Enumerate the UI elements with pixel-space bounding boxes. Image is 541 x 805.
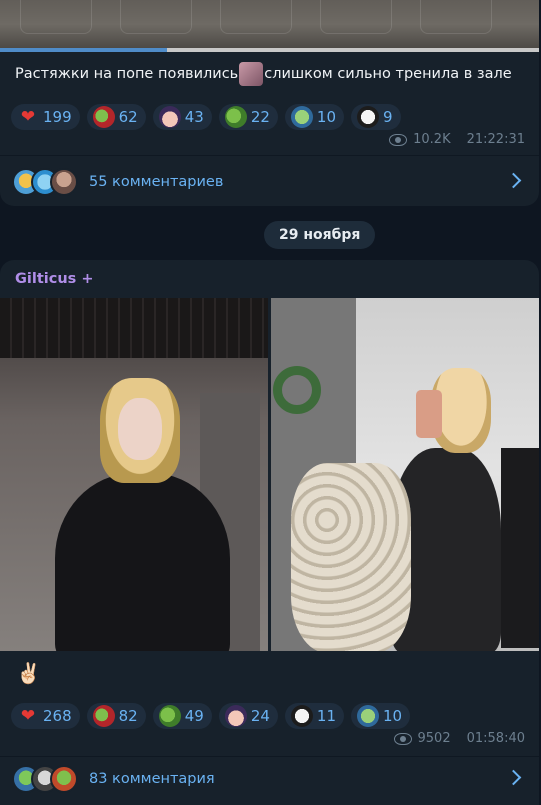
photo-detail xyxy=(291,463,411,651)
caption-text-end: слишком сильно тренила в зале xyxy=(264,66,512,82)
frog-red-icon xyxy=(92,705,115,727)
views-count: 9502 xyxy=(417,731,451,746)
reaction-heart[interactable]: ❤ 268 xyxy=(11,703,80,729)
comments-count-label: 83 комментария xyxy=(89,771,215,787)
anime-icon xyxy=(158,106,181,128)
post-author[interactable]: Gilticus + xyxy=(15,271,94,287)
post-meta: 10.2K 21:22:31 xyxy=(389,132,525,147)
post-caption: Растяжки на попе появились слишком сильн… xyxy=(15,62,512,86)
chevron-right-icon xyxy=(505,172,522,189)
heart-icon: ❤ xyxy=(20,705,36,726)
pepe-hand-icon xyxy=(290,106,313,128)
post-time: 01:58:40 xyxy=(466,731,525,746)
reaction-heart[interactable]: ❤ 199 xyxy=(11,104,80,130)
post-text: ✌🏻 xyxy=(16,661,41,685)
tile-decoration xyxy=(20,0,92,34)
photo-detail xyxy=(416,390,442,438)
photo-detail xyxy=(118,398,162,460)
date-separator: 29 ноября xyxy=(264,221,376,249)
reaction-anime[interactable]: 24 xyxy=(218,703,278,729)
frog-icon xyxy=(158,705,181,727)
reaction-anime[interactable]: 43 xyxy=(152,104,212,130)
video-progress-bar[interactable] xyxy=(0,48,539,52)
frog-red-icon xyxy=(92,106,115,128)
commenter-avatars xyxy=(12,168,78,196)
reaction-frog[interactable]: 49 xyxy=(152,703,212,729)
caption-text-start: Растяжки на попе появились xyxy=(15,66,239,82)
joker-icon xyxy=(290,705,313,727)
tile-decoration xyxy=(420,0,492,34)
reaction-frog[interactable]: 22 xyxy=(218,104,278,130)
heart-icon: ❤ xyxy=(20,106,36,127)
reaction-count: 268 xyxy=(43,707,72,725)
video-progress-fill xyxy=(0,48,168,52)
post-time: 21:22:31 xyxy=(466,132,525,147)
frog-icon xyxy=(224,106,247,128)
reaction-count: 11 xyxy=(316,707,337,725)
tile-decoration xyxy=(120,0,192,34)
divider xyxy=(0,155,539,156)
reaction-joker[interactable]: 11 xyxy=(284,703,345,729)
video-preview[interactable] xyxy=(0,0,539,50)
anime-icon xyxy=(224,705,247,727)
views-count: 10.2K xyxy=(413,132,451,147)
views-eye-icon xyxy=(393,732,412,745)
reaction-count: 10 xyxy=(316,108,337,126)
pepe-hand-icon xyxy=(357,705,380,727)
reaction-count: 9 xyxy=(383,108,393,126)
photo-detail xyxy=(501,448,539,648)
reaction-pepe-hand[interactable]: 10 xyxy=(284,104,345,130)
reaction-count: 22 xyxy=(250,108,270,126)
photo-detail xyxy=(0,298,268,358)
post-meta: 9502 01:58:40 xyxy=(393,731,525,746)
tile-decoration xyxy=(220,0,292,34)
reaction-count: 49 xyxy=(184,707,204,725)
reaction-count: 10 xyxy=(383,707,403,725)
photo-detail xyxy=(273,366,321,414)
reaction-frog-red[interactable]: 62 xyxy=(86,104,146,130)
reaction-pepe-hand[interactable]: 10 xyxy=(351,703,411,729)
joker-icon xyxy=(357,106,380,128)
channel-post-2: Gilticus + ✌🏻 ❤ 268 82 49 24 11 10 9502 01:58:… xyxy=(0,260,539,805)
comments-button[interactable]: 83 комментария xyxy=(0,757,539,801)
photo-left[interactable] xyxy=(0,298,268,651)
chevron-right-icon xyxy=(505,769,522,786)
comments-button[interactable]: 55 комментариев xyxy=(0,160,539,204)
comments-count-label: 55 комментариев xyxy=(89,174,224,190)
reactions-bar: ❤ 268 82 49 24 11 10 xyxy=(11,703,411,729)
tile-decoration xyxy=(320,0,392,34)
commenter-avatars xyxy=(12,765,78,793)
reaction-frog-red[interactable]: 82 xyxy=(86,703,146,729)
channel-post-1: Растяжки на попе появились слишком сильн… xyxy=(0,0,539,206)
reactions-bar: ❤ 199 62 43 22 10 9 xyxy=(11,104,401,130)
views-eye-icon xyxy=(389,133,408,146)
reaction-count: 43 xyxy=(184,108,204,126)
custom-emoji-icon xyxy=(239,62,264,86)
reaction-count: 24 xyxy=(250,707,270,725)
reaction-joker[interactable]: 9 xyxy=(351,104,401,130)
reaction-count: 62 xyxy=(118,108,138,126)
reaction-count: 199 xyxy=(43,108,72,126)
reaction-count: 82 xyxy=(118,707,138,725)
avatar xyxy=(50,168,78,196)
photo-right[interactable] xyxy=(271,298,539,651)
avatar xyxy=(50,765,78,793)
photo-detail xyxy=(55,473,230,651)
